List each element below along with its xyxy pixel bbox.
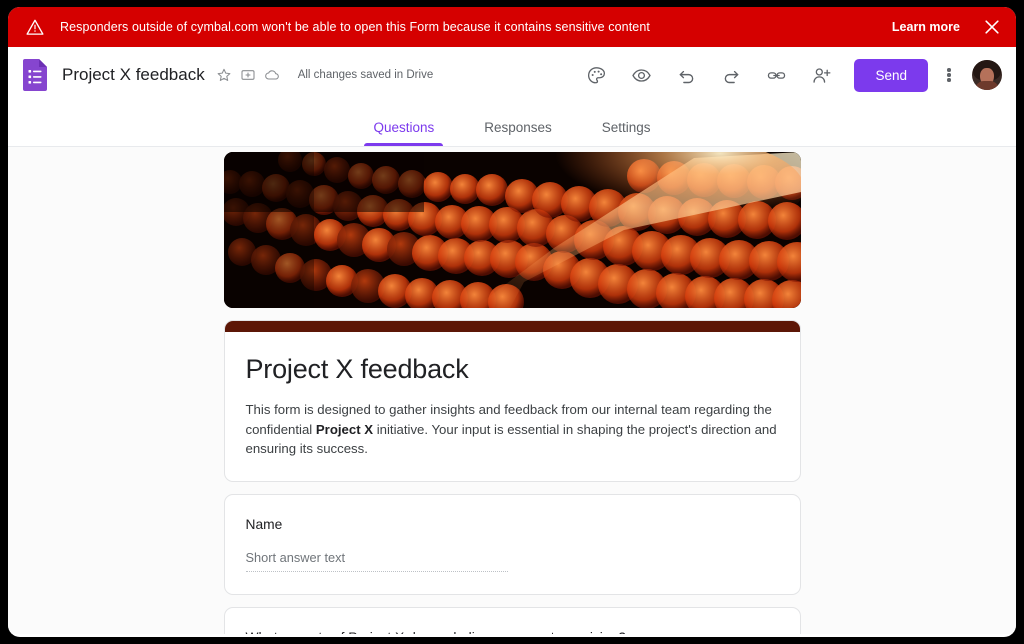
question-card-aspects[interactable]: What aspects of Project X do you believe… bbox=[223, 606, 801, 634]
preview-button[interactable] bbox=[624, 58, 658, 92]
form-title-card[interactable]: Project X feedback This form is designed… bbox=[223, 320, 801, 482]
undo-button[interactable] bbox=[669, 58, 703, 92]
save-status-text: All changes saved in Drive bbox=[297, 69, 434, 81]
question-title[interactable]: Name bbox=[246, 517, 779, 532]
add-collaborator-button[interactable] bbox=[804, 58, 838, 92]
avatar-body bbox=[975, 81, 999, 90]
add-person-icon bbox=[813, 67, 831, 83]
cloud-saved-icon[interactable] bbox=[264, 67, 280, 83]
more-options-button[interactable] bbox=[934, 58, 964, 92]
title-action-icons bbox=[216, 67, 280, 83]
form-description-bold: Project X bbox=[315, 421, 374, 437]
form-editor-content: Project X feedback This form is designed… bbox=[8, 147, 1016, 634]
form-header-image[interactable] bbox=[223, 152, 801, 308]
palette-icon bbox=[587, 66, 606, 83]
tab-questions[interactable]: Questions bbox=[357, 120, 450, 146]
document-title[interactable]: Project X feedback bbox=[62, 65, 205, 85]
tab-responses[interactable]: Responses bbox=[468, 120, 568, 146]
short-answer-placeholder: Short answer text bbox=[245, 550, 508, 572]
form-column: Project X feedback This form is designed… bbox=[223, 152, 801, 634]
close-icon[interactable] bbox=[982, 17, 1002, 37]
user-avatar[interactable] bbox=[972, 60, 1002, 90]
question-card-name[interactable]: Name Short answer text bbox=[223, 493, 801, 595]
redo-button[interactable] bbox=[714, 58, 748, 92]
banner-message: Responders outside of cymbal.com won't b… bbox=[60, 20, 650, 34]
question-title[interactable]: What aspects of Project X do you believe… bbox=[246, 630, 779, 634]
form-title[interactable]: Project X feedback bbox=[246, 354, 779, 385]
send-button[interactable]: Send bbox=[854, 58, 928, 92]
more-vert-icon bbox=[947, 67, 951, 83]
link-icon bbox=[767, 71, 786, 79]
browser-window: Responders outside of cymbal.com won't b… bbox=[8, 7, 1016, 637]
abstract-orange-bokeh-banner bbox=[223, 152, 801, 308]
warning-triangle-icon bbox=[26, 19, 44, 35]
toolbar-icons bbox=[579, 58, 838, 92]
customize-theme-button[interactable] bbox=[579, 58, 613, 92]
sensitive-content-banner: Responders outside of cymbal.com won't b… bbox=[8, 7, 1016, 47]
app-header: Project X feedback All changes saved in … bbox=[8, 47, 1016, 103]
tab-settings[interactable]: Settings bbox=[586, 120, 667, 146]
form-accent-bar bbox=[224, 321, 800, 332]
form-tabs: Questions Responses Settings bbox=[8, 103, 1016, 147]
get-link-button[interactable] bbox=[759, 58, 793, 92]
learn-more-link[interactable]: Learn more bbox=[892, 20, 960, 34]
preview-eye-icon bbox=[632, 68, 651, 82]
form-description[interactable]: This form is designed to gather insights… bbox=[246, 400, 779, 459]
undo-icon bbox=[679, 70, 694, 83]
redo-icon bbox=[724, 70, 739, 83]
star-outline-icon[interactable] bbox=[216, 67, 232, 83]
google-forms-logo-icon[interactable] bbox=[22, 59, 48, 91]
move-to-folder-icon[interactable] bbox=[240, 67, 256, 83]
form-title-body: Project X feedback This form is designed… bbox=[225, 332, 800, 481]
